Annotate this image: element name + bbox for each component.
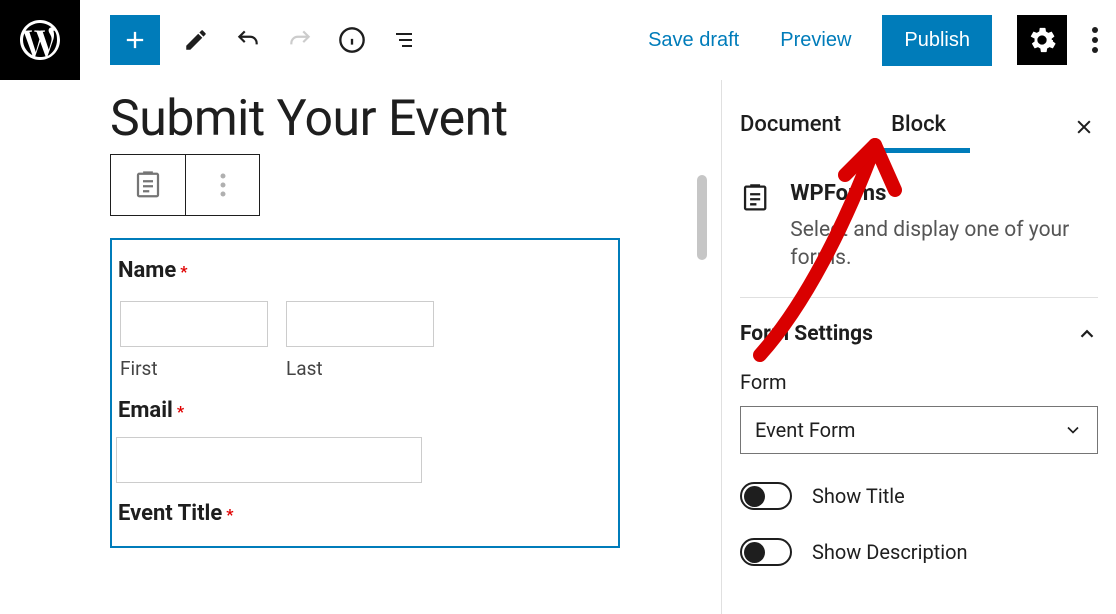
- chevron-up-icon: [1076, 323, 1098, 345]
- editor-canvas[interactable]: Submit Your Event Name * First: [0, 80, 721, 614]
- info-icon: [338, 26, 366, 54]
- publish-button[interactable]: Publish: [882, 15, 992, 66]
- list-icon: [392, 28, 416, 52]
- form-block-icon: [740, 181, 770, 215]
- right-toolbar: Save draft Preview Publish: [630, 15, 1110, 66]
- plus-icon: [121, 26, 149, 54]
- form-block-icon: [133, 170, 163, 200]
- tab-document[interactable]: Document: [740, 112, 861, 149]
- tab-block[interactable]: Block: [891, 112, 966, 149]
- block-more-button[interactable]: [185, 155, 259, 215]
- left-toolbar: [110, 15, 420, 65]
- form-select-label: Form: [740, 370, 1098, 394]
- edit-mode-button[interactable]: [180, 24, 212, 56]
- settings-button[interactable]: [1017, 15, 1067, 65]
- required-mark: *: [180, 262, 187, 281]
- kebab-icon: [1092, 27, 1098, 53]
- close-icon: [1074, 117, 1094, 137]
- panel-form-settings-head[interactable]: Form Settings: [740, 322, 1098, 346]
- wordpress-icon: [16, 16, 64, 64]
- sidebar-close-button[interactable]: [1070, 117, 1098, 143]
- preview-button[interactable]: Preview: [762, 19, 869, 62]
- form-preview-block[interactable]: Name * First Last Email *: [110, 238, 620, 548]
- panel-form-settings-body: Form Event Form Show Title Show Descript…: [740, 370, 1098, 566]
- field-label-email: Email: [116, 398, 173, 423]
- panel-title: Form Settings: [740, 322, 873, 346]
- toggle-show-description-row: Show Description: [740, 538, 1098, 566]
- sidebar-tabs: Document Block: [740, 110, 1098, 150]
- last-name-input[interactable]: [286, 301, 434, 347]
- editor-topbar: Save draft Preview Publish: [0, 0, 1116, 80]
- redo-button[interactable]: [284, 24, 316, 56]
- toggle-show-title-row: Show Title: [740, 482, 1098, 510]
- field-label-name: Name: [116, 258, 176, 283]
- scrollbar-thumb[interactable]: [697, 175, 707, 260]
- toggle-show-title-label: Show Title: [812, 484, 905, 508]
- outline-button[interactable]: [388, 24, 420, 56]
- first-name-input[interactable]: [120, 301, 268, 347]
- field-label-event-title: Event Title: [116, 501, 222, 526]
- email-input[interactable]: [116, 437, 422, 483]
- toggle-show-title[interactable]: [740, 482, 792, 510]
- kebab-icon: [220, 173, 226, 197]
- pencil-icon: [183, 27, 209, 53]
- block-info: WPForms Select and display one of your f…: [740, 181, 1098, 298]
- field-event-title: Event Title *: [112, 483, 618, 526]
- undo-button[interactable]: [232, 24, 264, 56]
- editor-body: Submit Your Event Name * First: [0, 80, 1116, 614]
- toggle-show-description-label: Show Description: [812, 540, 968, 564]
- gear-icon: [1028, 26, 1056, 54]
- field-email: Email *: [112, 380, 618, 483]
- wordpress-logo[interactable]: [0, 0, 80, 80]
- block-description: Select and display one of your forms.: [790, 216, 1098, 273]
- last-sublabel: Last: [286, 357, 434, 380]
- add-block-button[interactable]: [110, 15, 160, 65]
- info-button[interactable]: [336, 24, 368, 56]
- required-mark: *: [226, 505, 233, 524]
- required-mark: *: [177, 402, 184, 421]
- chevron-down-icon: [1063, 420, 1083, 440]
- block-name: WPForms: [790, 181, 1098, 206]
- page-title[interactable]: Submit Your Event: [110, 90, 721, 148]
- more-options-button[interactable]: [1080, 15, 1110, 65]
- settings-sidebar: Document Block WPForms Select and displa…: [721, 80, 1116, 614]
- save-draft-button[interactable]: Save draft: [630, 19, 757, 62]
- form-select[interactable]: Event Form: [740, 406, 1098, 454]
- form-select-value: Event Form: [755, 418, 855, 442]
- toggle-show-description[interactable]: [740, 538, 792, 566]
- field-name: Name * First Last: [112, 240, 618, 380]
- block-toolbar: [110, 154, 260, 216]
- undo-icon: [235, 27, 261, 53]
- redo-icon: [287, 27, 313, 53]
- first-sublabel: First: [120, 357, 268, 380]
- block-type-button[interactable]: [111, 155, 185, 215]
- tab-underline: [874, 148, 970, 153]
